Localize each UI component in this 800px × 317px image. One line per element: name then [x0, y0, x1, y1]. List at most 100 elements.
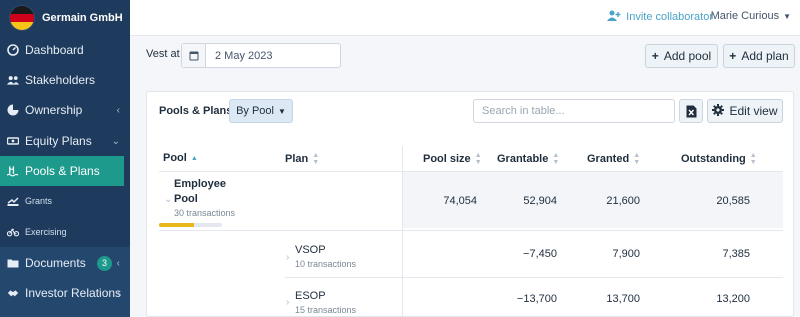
sidebar-item-exercising[interactable]: Exercising: [0, 217, 130, 247]
chevron-down-icon[interactable]: ⌄: [164, 194, 172, 205]
sidebar-item-dashboard[interactable]: Dashboard: [0, 35, 130, 65]
chevron-right-icon[interactable]: ›: [286, 252, 289, 263]
outstanding-value: 7,385: [722, 248, 750, 260]
sidebar-item-grants[interactable]: Grants: [0, 186, 130, 216]
sort-icon: ▲ ▼: [312, 152, 320, 166]
top-bar: Invite collaborator Marie Curious ▼: [130, 0, 800, 36]
vest-date-value: 2 May 2023: [215, 49, 273, 62]
header-label: Granted: [587, 153, 630, 165]
money-icon: [7, 135, 19, 147]
add-plan-button[interactable]: + Add plan: [723, 44, 795, 68]
pie-chart-icon: [7, 104, 19, 116]
pool-name-line2: Pool: [174, 193, 198, 205]
sort-icon: ▲ ▼: [633, 152, 641, 166]
sidebar-item-documents[interactable]: Documents 3 ‹: [0, 248, 130, 278]
sidebar-item-investor-relations[interactable]: Investor Relations ‹: [0, 278, 130, 308]
grantable-value: 52,904: [523, 195, 557, 207]
grantable-value: −7,450: [523, 248, 557, 260]
folder-icon: [7, 257, 19, 269]
sidebar-item-label: Pools & Plans: [25, 164, 100, 178]
vest-at-label: Vest at: [146, 48, 180, 60]
header-label: Outstanding: [681, 153, 746, 165]
invite-collaborator-link[interactable]: Invite collaborator: [607, 10, 713, 24]
granted-value: 21,600: [606, 195, 640, 207]
column-header-pool-size[interactable]: Pool size ▲ ▼: [423, 152, 482, 166]
granted-value: 13,700: [606, 293, 640, 305]
gear-icon: [712, 103, 725, 119]
edit-view-label: Edit view: [729, 104, 778, 118]
plus-icon: +: [729, 49, 737, 63]
table-row-pool[interactable]: Employee Pool ⌄ 30 transactions 74,054 5…: [147, 172, 793, 228]
column-header-grantable[interactable]: Grantable ▲ ▼: [497, 152, 559, 166]
vest-date-picker[interactable]: 2 May 2023: [181, 43, 341, 68]
column-header-plan[interactable]: Plan ▲ ▼: [285, 152, 319, 166]
user-menu[interactable]: Marie Curious ▼: [711, 10, 791, 22]
company-name: Germain GmbH: [42, 12, 123, 24]
group-by-dropdown[interactable]: By Pool ▼: [229, 99, 293, 123]
chevron-down-icon: ⌄: [111, 135, 120, 147]
sidebar-item-label: Grants: [25, 196, 53, 206]
chevron-left-icon: ‹: [116, 104, 120, 116]
calendar-icon[interactable]: [182, 44, 206, 67]
header-label: Plan: [285, 153, 309, 165]
group-by-value: By Pool: [236, 105, 274, 117]
pool-name-line1: Employee: [174, 178, 226, 190]
plan-transactions: 15 transactions: [295, 305, 357, 315]
granted-value: 7,900: [612, 248, 640, 260]
grantable-value: −13,700: [516, 293, 557, 305]
plan-transactions: 10 transactions: [295, 259, 357, 269]
sidebar-item-pools-plans[interactable]: Pools & Plans: [0, 156, 124, 186]
chevron-right-icon[interactable]: ›: [286, 297, 289, 308]
pool-progress-bar: [159, 223, 222, 227]
sidebar-item-label: Dashboard: [25, 43, 84, 57]
header-label: Pool: [163, 152, 187, 164]
sidebar-item-stakeholders[interactable]: Stakeholders: [0, 65, 130, 95]
users-icon: [7, 74, 19, 86]
bike-icon: [7, 226, 19, 238]
row-divider: [159, 230, 783, 231]
outstanding-value: 20,585: [716, 195, 750, 207]
outstanding-value: 13,200: [716, 293, 750, 305]
caret-down-icon: ▼: [783, 11, 791, 21]
invite-label: Invite collaborator: [626, 11, 713, 23]
sidebar-item-ownership[interactable]: Ownership ‹: [0, 95, 130, 125]
export-excel-icon[interactable]: [679, 99, 703, 123]
edit-view-button[interactable]: Edit view: [707, 99, 783, 123]
pool-transactions: 30 transactions: [174, 208, 236, 218]
sidebar-item-label: Investor Relations: [25, 286, 122, 300]
pool-progress-fill: [159, 223, 194, 227]
german-flag-icon: [9, 5, 35, 31]
header-label: Pool size: [423, 153, 471, 165]
sidebar-item-equity-plans[interactable]: Equity Plans ⌄: [0, 126, 130, 156]
add-plan-label: Add plan: [741, 49, 789, 63]
plus-icon: +: [651, 49, 659, 63]
sort-ascending-icon: ▲: [190, 154, 198, 162]
pool-size-value: 74,054: [443, 195, 477, 207]
sort-icon: ▲ ▼: [749, 152, 757, 166]
sidebar-item-label: Stakeholders: [25, 73, 96, 87]
column-header-granted[interactable]: Granted ▲ ▼: [587, 152, 640, 166]
pools-plans-card: Pools & Plans By Pool ▼ Edit view Pool ▲…: [146, 91, 794, 317]
column-header-outstanding[interactable]: Outstanding ▲ ▼: [681, 152, 757, 166]
sidebar-item-label: Documents: [25, 256, 86, 270]
add-pool-button[interactable]: + Add pool: [645, 44, 718, 68]
sidebar-item-label: Equity Plans: [25, 134, 92, 148]
caret-down-icon: ▼: [278, 106, 286, 116]
plan-name: VSOP: [295, 244, 326, 256]
sort-icon: ▲ ▼: [474, 152, 482, 166]
header-label: Grantable: [497, 153, 549, 165]
notification-badge: 3: [97, 255, 112, 271]
dashboard-icon: [7, 44, 19, 56]
add-user-icon: [607, 10, 621, 24]
sort-icon: ▲ ▼: [552, 152, 560, 166]
company-switcher[interactable]: Germain GmbH: [0, 0, 130, 36]
column-header-pool[interactable]: Pool ▲: [163, 152, 198, 164]
plan-name: ESOP: [295, 290, 326, 302]
table-search-input[interactable]: [473, 99, 675, 123]
pool-icon: [7, 165, 19, 177]
grant-icon: [7, 195, 19, 207]
card-title: Pools & Plans: [159, 105, 233, 117]
sidebar-item-label: Ownership: [25, 103, 83, 117]
chevron-left-icon: ‹: [116, 287, 120, 299]
sidebar-item-label: Exercising: [25, 227, 67, 237]
